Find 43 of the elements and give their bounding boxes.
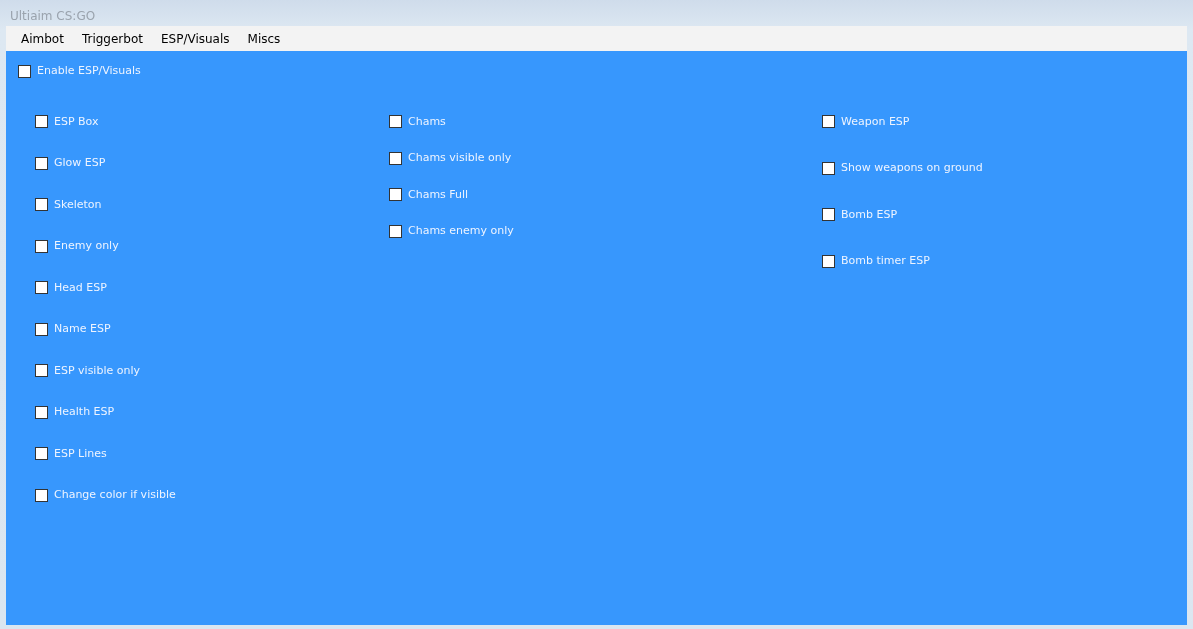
checkbox[interactable]	[389, 115, 402, 129]
checkbox-label[interactable]: Skeleton	[54, 196, 102, 213]
checkbox-label[interactable]: Name ESP	[54, 321, 111, 338]
checkbox[interactable]	[35, 239, 48, 253]
checkbox-label[interactable]: Chams Full	[408, 186, 469, 203]
checkbox[interactable]	[35, 156, 48, 170]
checkbox-label[interactable]: Enemy only	[54, 238, 119, 255]
checkbox[interactable]	[822, 161, 835, 175]
menu-item[interactable]: Miscs	[238, 29, 290, 48]
checkbox[interactable]	[35, 281, 48, 295]
checkbox-label[interactable]: ESP visible only	[54, 362, 140, 379]
checkbox-label[interactable]: Health ESP	[54, 404, 115, 421]
checkbox[interactable]	[35, 488, 48, 502]
checkbox[interactable]	[35, 115, 48, 129]
checkbox-label[interactable]: Bomb ESP	[841, 206, 898, 223]
menu-item[interactable]: ESP/Visuals	[151, 29, 239, 48]
checkbox-label[interactable]: Bomb timer ESP	[841, 253, 930, 270]
checkbox[interactable]	[35, 405, 48, 419]
checkbox-label[interactable]: ESP Box	[54, 113, 99, 130]
checkbox-label[interactable]: Change color if visible	[54, 487, 176, 504]
checkbox[interactable]	[35, 322, 48, 336]
checkbox[interactable]	[822, 208, 835, 222]
menu-item[interactable]: Triggerbot	[72, 29, 152, 48]
checkbox-label[interactable]: Chams visible only	[408, 150, 512, 167]
checkbox-label[interactable]: Enable ESP/Visuals	[37, 63, 141, 80]
checkbox[interactable]	[35, 447, 48, 461]
checkbox-label[interactable]: Weapon ESP	[841, 113, 910, 130]
checkbox[interactable]	[389, 151, 402, 165]
checkbox[interactable]	[389, 188, 402, 202]
window-title: Ultiaim CS:GO	[9, 8, 97, 25]
checkbox[interactable]	[35, 198, 48, 212]
checkbox-label[interactable]: Glow ESP	[54, 155, 106, 172]
checkbox-label[interactable]: Head ESP	[54, 279, 107, 296]
checkbox[interactable]	[389, 224, 402, 238]
checkbox-label[interactable]: Chams	[408, 113, 446, 130]
checkbox[interactable]	[35, 364, 48, 378]
checkbox[interactable]	[18, 64, 31, 78]
menu-item[interactable]: Aimbot	[12, 29, 73, 48]
checkbox-label[interactable]: Chams enemy only	[408, 223, 514, 240]
checkbox-label[interactable]: ESP Lines	[54, 445, 107, 462]
checkbox[interactable]	[822, 115, 835, 129]
checkbox[interactable]	[822, 254, 835, 268]
checkbox-label[interactable]: Show weapons on ground	[841, 160, 983, 177]
